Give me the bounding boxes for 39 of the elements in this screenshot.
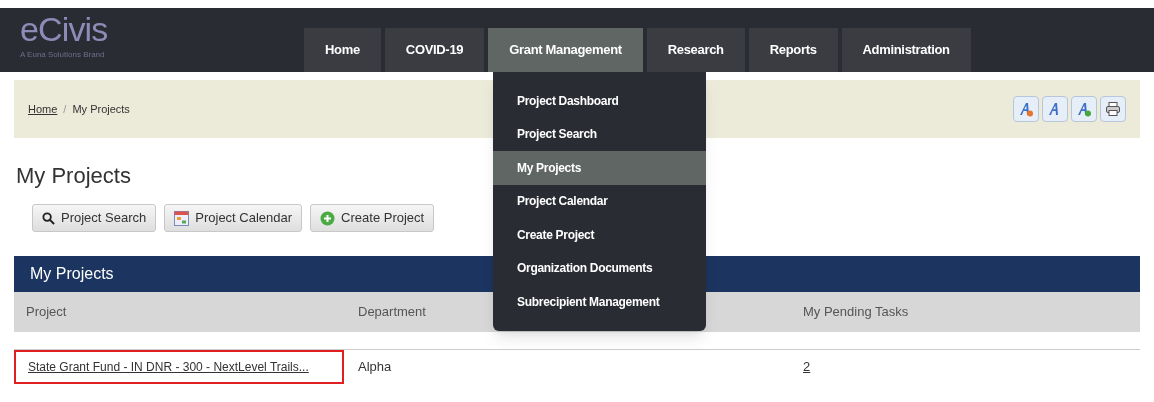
- font-size-button[interactable]: [1071, 96, 1097, 122]
- nav-tab[interactable]: Grant Management: [488, 28, 643, 72]
- logo-tagline: A Euna Solutions Brand: [20, 50, 106, 60]
- font-larger-icon: [1076, 101, 1092, 117]
- menu-item[interactable]: Subrecipient Management: [493, 285, 706, 319]
- nav-tab[interactable]: Reports: [748, 28, 838, 72]
- table-cell-text: Alpha: [357, 358, 393, 377]
- action-button[interactable]: Create Project: [310, 204, 435, 232]
- plus-circle-icon: [320, 210, 336, 226]
- font-size-button[interactable]: [1042, 96, 1068, 122]
- menu-item[interactable]: Project Search: [493, 117, 706, 151]
- project-link[interactable]: State Grant Fund - IN DNR - 300 - NextLevel Trails...: [28, 358, 309, 376]
- print-button[interactable]: [1100, 96, 1126, 122]
- logo: eCivis: [20, 12, 109, 46]
- action-button[interactable]: Project Search: [32, 204, 157, 232]
- nav-tab[interactable]: COVID-19: [384, 28, 485, 72]
- column-header: Department: [357, 303, 426, 322]
- menu-item[interactable]: Project Dashboard: [493, 84, 706, 118]
- menu-item[interactable]: My Projects: [493, 151, 706, 185]
- action-button[interactable]: Project Calendar: [164, 204, 303, 232]
- nav-tab[interactable]: Home: [304, 28, 381, 72]
- calendar-icon: [174, 210, 190, 226]
- breadcrumb-link[interactable]: Home: [28, 100, 58, 118]
- nav-tab[interactable]: Administration: [841, 28, 971, 72]
- column-header: Project: [25, 303, 67, 322]
- table-title: My Projects: [30, 264, 114, 284]
- print-icon: [1105, 101, 1121, 117]
- nav-tab[interactable]: Research: [646, 28, 745, 72]
- font-size-button[interactable]: [1013, 96, 1039, 122]
- page-title: My Projects: [16, 162, 131, 190]
- menu-item[interactable]: Project Calendar: [493, 184, 706, 218]
- breadcrumb-separator: /: [63, 101, 67, 117]
- pending-tasks-link[interactable]: 2: [789, 357, 811, 377]
- search-icon: [42, 211, 55, 225]
- breadcrumb-current: My Projects: [72, 101, 130, 117]
- font-smaller-icon: [1018, 101, 1034, 117]
- menu-item[interactable]: Organization Documents: [493, 251, 706, 285]
- column-header: My Pending Tasks: [802, 303, 909, 322]
- menu-item[interactable]: Create Project: [493, 218, 706, 252]
